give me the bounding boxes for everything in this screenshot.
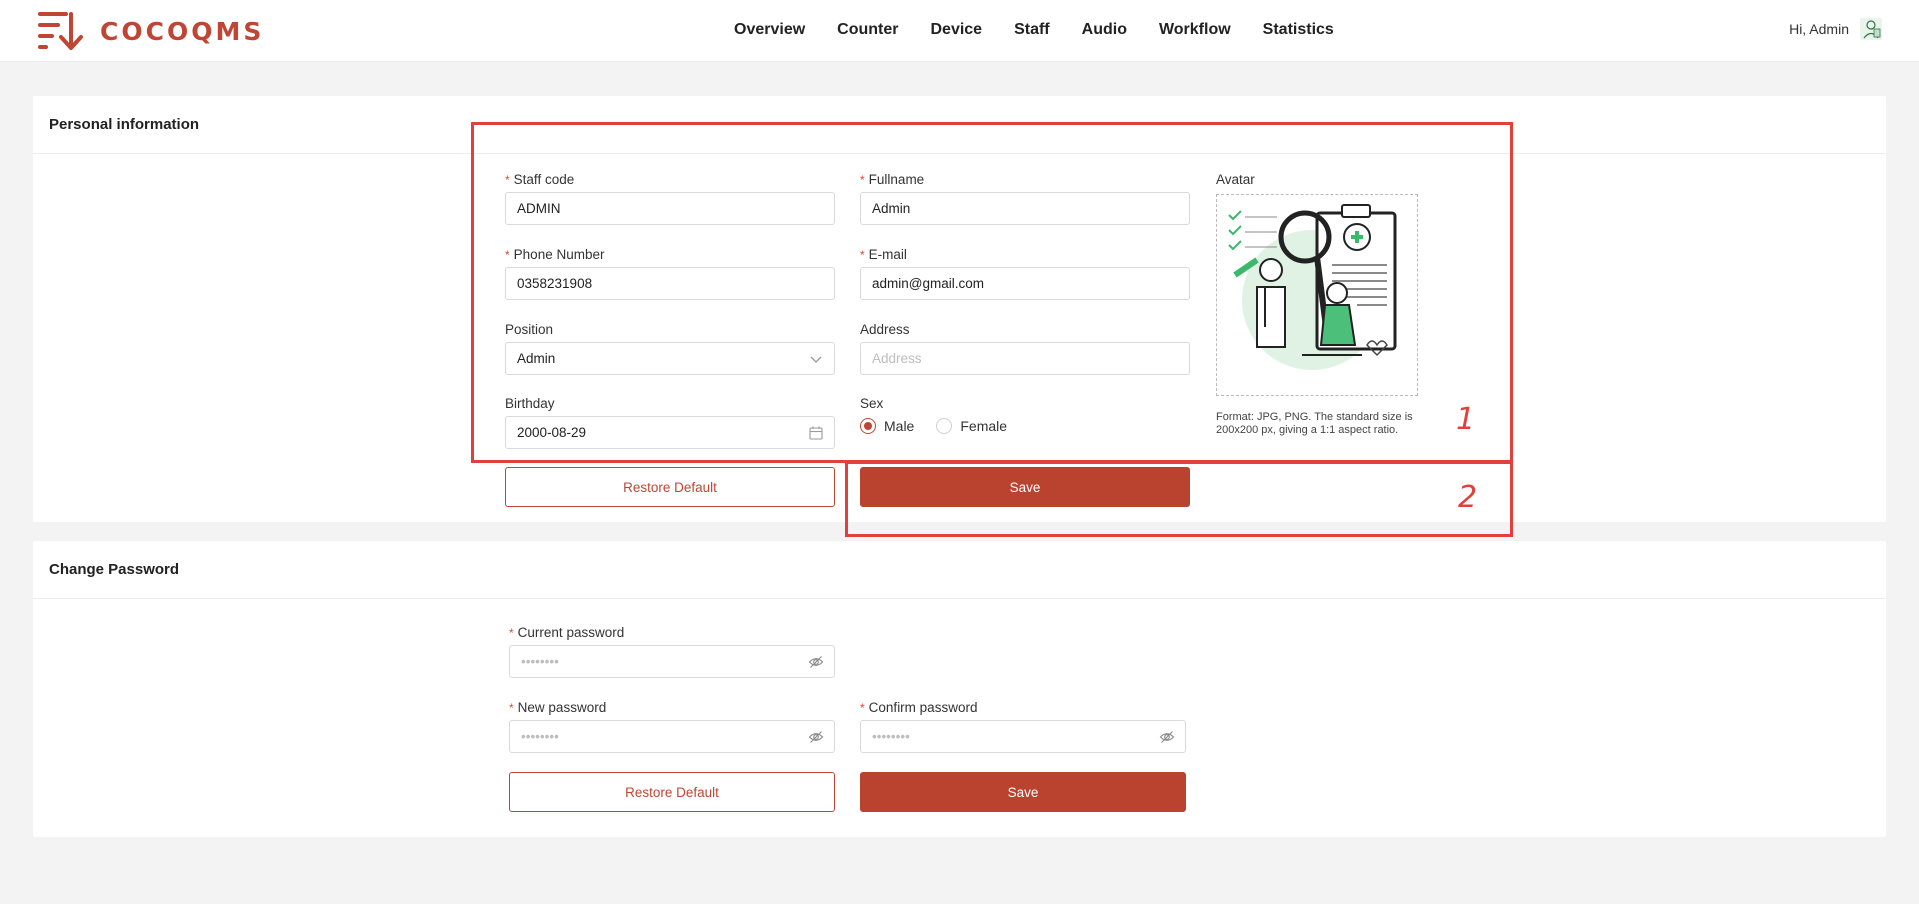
- current-password-field: * Current password ••••••••: [509, 623, 835, 678]
- brand-logo[interactable]: COCOQMS: [36, 10, 264, 52]
- nav-device[interactable]: Device: [930, 21, 982, 39]
- current-password-label: Current password: [517, 625, 625, 640]
- eye-invisible-icon[interactable]: [808, 654, 824, 670]
- new-password-input[interactable]: ••••••••: [509, 720, 835, 753]
- new-password-placeholder: ••••••••: [521, 729, 559, 744]
- main-nav: Overview Counter Device Staff Audio Work…: [734, 0, 1366, 60]
- nav-statistics[interactable]: Statistics: [1263, 21, 1334, 39]
- divider: [33, 598, 1886, 599]
- user-greeting: Hi, Admin: [1789, 21, 1849, 37]
- nav-counter[interactable]: Counter: [837, 21, 898, 39]
- brand-name: COCOQMS: [100, 16, 265, 46]
- top-navbar: COCOQMS Overview Counter Device Staff Au…: [0, 0, 1919, 62]
- new-password-field: * New password ••••••••: [509, 698, 835, 753]
- current-password-input[interactable]: ••••••••: [509, 645, 835, 678]
- nav-overview[interactable]: Overview: [734, 21, 805, 39]
- eye-invisible-icon[interactable]: [1159, 729, 1175, 745]
- password-save-button[interactable]: Save: [860, 772, 1186, 812]
- user-menu[interactable]: Hi, Admin: [1789, 17, 1883, 41]
- required-mark: *: [509, 626, 514, 640]
- confirm-password-placeholder: ••••••••: [872, 729, 910, 744]
- eye-invisible-icon[interactable]: [808, 729, 824, 745]
- confirm-password-input[interactable]: ••••••••: [860, 720, 1186, 753]
- confirm-password-label: Confirm password: [868, 700, 978, 715]
- nav-workflow[interactable]: Workflow: [1159, 21, 1231, 39]
- restore-default-button[interactable]: Restore Default: [505, 467, 835, 507]
- logo-icon: [38, 12, 83, 50]
- annotation-label-1: 1: [1456, 402, 1476, 437]
- personal-info-title: Personal information: [49, 116, 200, 133]
- confirm-password-field: * Confirm password ••••••••: [860, 698, 1186, 753]
- required-mark: *: [860, 701, 865, 715]
- password-restore-default-button[interactable]: Restore Default: [509, 772, 835, 812]
- nav-staff[interactable]: Staff: [1014, 21, 1050, 39]
- current-password-placeholder: ••••••••: [521, 654, 559, 669]
- user-avatar-icon[interactable]: [1859, 17, 1883, 41]
- annotation-box-1: [471, 122, 1513, 463]
- annotation-label-2: 2: [1458, 480, 1478, 515]
- required-mark: *: [509, 701, 514, 715]
- change-password-card: Change Password * Current password ••••••…: [33, 541, 1886, 837]
- annotation-box-2: [845, 461, 1513, 537]
- change-password-title: Change Password: [49, 561, 180, 578]
- new-password-label: New password: [517, 700, 607, 715]
- nav-audio[interactable]: Audio: [1082, 21, 1127, 39]
